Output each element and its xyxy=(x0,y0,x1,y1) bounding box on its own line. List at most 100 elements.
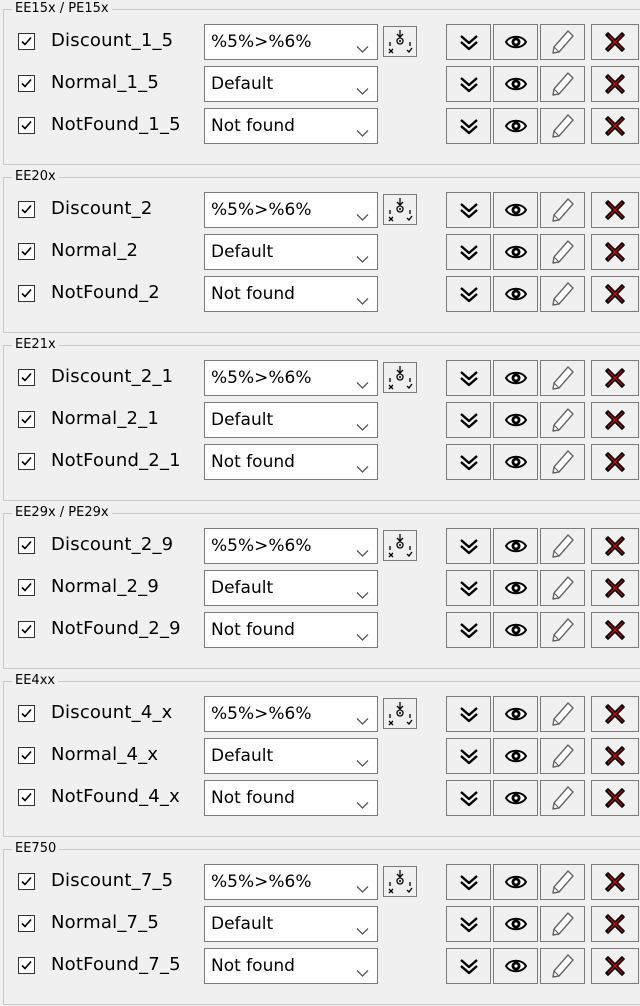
edit-button[interactable] xyxy=(540,864,585,900)
expand-button[interactable] xyxy=(446,444,491,480)
enable-checkbox[interactable] xyxy=(18,705,35,722)
view-button[interactable] xyxy=(493,66,538,102)
format-select[interactable]: %5%>%6% xyxy=(204,528,378,564)
delete-button[interactable] xyxy=(591,234,639,270)
format-select[interactable]: %5%>%6% xyxy=(204,696,378,732)
enable-checkbox[interactable] xyxy=(18,285,35,302)
variables-button[interactable] xyxy=(383,698,417,729)
edit-button[interactable] xyxy=(540,402,585,438)
enable-checkbox[interactable] xyxy=(18,33,35,50)
variables-button[interactable] xyxy=(383,866,417,897)
enable-checkbox[interactable] xyxy=(18,915,35,932)
expand-button[interactable] xyxy=(446,528,491,564)
delete-button[interactable] xyxy=(591,570,639,606)
delete-button[interactable] xyxy=(591,948,639,984)
format-select[interactable]: Not found xyxy=(204,948,378,984)
format-select[interactable]: Default xyxy=(204,570,378,606)
expand-button[interactable] xyxy=(446,66,491,102)
format-select[interactable]: Default xyxy=(204,402,378,438)
view-button[interactable] xyxy=(493,192,538,228)
format-select[interactable]: Default xyxy=(204,738,378,774)
format-select[interactable]: Not found xyxy=(204,276,378,312)
expand-button[interactable] xyxy=(446,192,491,228)
variables-button[interactable] xyxy=(383,362,417,393)
edit-button[interactable] xyxy=(540,66,585,102)
format-select[interactable]: Default xyxy=(204,66,378,102)
delete-button[interactable] xyxy=(591,696,639,732)
format-select[interactable]: %5%>%6% xyxy=(204,360,378,396)
format-select[interactable]: Default xyxy=(204,234,378,270)
delete-button[interactable] xyxy=(591,402,639,438)
format-select[interactable]: %5%>%6% xyxy=(204,24,378,60)
expand-button[interactable] xyxy=(446,906,491,942)
expand-button[interactable] xyxy=(446,948,491,984)
enable-checkbox[interactable] xyxy=(18,747,35,764)
edit-button[interactable] xyxy=(540,108,585,144)
edit-button[interactable] xyxy=(540,276,585,312)
enable-checkbox[interactable] xyxy=(18,75,35,92)
view-button[interactable] xyxy=(493,402,538,438)
view-button[interactable] xyxy=(493,612,538,648)
edit-button[interactable] xyxy=(540,948,585,984)
enable-checkbox[interactable] xyxy=(18,957,35,974)
edit-button[interactable] xyxy=(540,906,585,942)
expand-button[interactable] xyxy=(446,864,491,900)
view-button[interactable] xyxy=(493,948,538,984)
view-button[interactable] xyxy=(493,234,538,270)
expand-button[interactable] xyxy=(446,738,491,774)
edit-button[interactable] xyxy=(540,234,585,270)
format-select[interactable]: Not found xyxy=(204,612,378,648)
enable-checkbox[interactable] xyxy=(18,117,35,134)
view-button[interactable] xyxy=(493,864,538,900)
format-select[interactable]: %5%>%6% xyxy=(204,192,378,228)
expand-button[interactable] xyxy=(446,402,491,438)
edit-button[interactable] xyxy=(540,738,585,774)
edit-button[interactable] xyxy=(540,24,585,60)
expand-button[interactable] xyxy=(446,276,491,312)
edit-button[interactable] xyxy=(540,570,585,606)
expand-button[interactable] xyxy=(446,570,491,606)
edit-button[interactable] xyxy=(540,192,585,228)
delete-button[interactable] xyxy=(591,108,639,144)
view-button[interactable] xyxy=(493,528,538,564)
enable-checkbox[interactable] xyxy=(18,243,35,260)
enable-checkbox[interactable] xyxy=(18,411,35,428)
delete-button[interactable] xyxy=(591,24,639,60)
delete-button[interactable] xyxy=(591,612,639,648)
view-button[interactable] xyxy=(493,738,538,774)
enable-checkbox[interactable] xyxy=(18,201,35,218)
delete-button[interactable] xyxy=(591,738,639,774)
delete-button[interactable] xyxy=(591,528,639,564)
enable-checkbox[interactable] xyxy=(18,369,35,386)
view-button[interactable] xyxy=(493,24,538,60)
delete-button[interactable] xyxy=(591,360,639,396)
edit-button[interactable] xyxy=(540,696,585,732)
format-select[interactable]: Not found xyxy=(204,108,378,144)
format-select[interactable]: Not found xyxy=(204,780,378,816)
enable-checkbox[interactable] xyxy=(18,579,35,596)
enable-checkbox[interactable] xyxy=(18,873,35,890)
variables-button[interactable] xyxy=(383,530,417,561)
expand-button[interactable] xyxy=(446,696,491,732)
enable-checkbox[interactable] xyxy=(18,789,35,806)
format-select[interactable]: %5%>%6% xyxy=(204,864,378,900)
variables-button[interactable] xyxy=(383,194,417,225)
view-button[interactable] xyxy=(493,696,538,732)
delete-button[interactable] xyxy=(591,444,639,480)
expand-button[interactable] xyxy=(446,234,491,270)
view-button[interactable] xyxy=(493,906,538,942)
enable-checkbox[interactable] xyxy=(18,537,35,554)
enable-checkbox[interactable] xyxy=(18,453,35,470)
enable-checkbox[interactable] xyxy=(18,621,35,638)
delete-button[interactable] xyxy=(591,780,639,816)
expand-button[interactable] xyxy=(446,108,491,144)
delete-button[interactable] xyxy=(591,66,639,102)
delete-button[interactable] xyxy=(591,864,639,900)
delete-button[interactable] xyxy=(591,276,639,312)
edit-button[interactable] xyxy=(540,360,585,396)
edit-button[interactable] xyxy=(540,780,585,816)
view-button[interactable] xyxy=(493,276,538,312)
view-button[interactable] xyxy=(493,360,538,396)
format-select[interactable]: Default xyxy=(204,906,378,942)
expand-button[interactable] xyxy=(446,780,491,816)
